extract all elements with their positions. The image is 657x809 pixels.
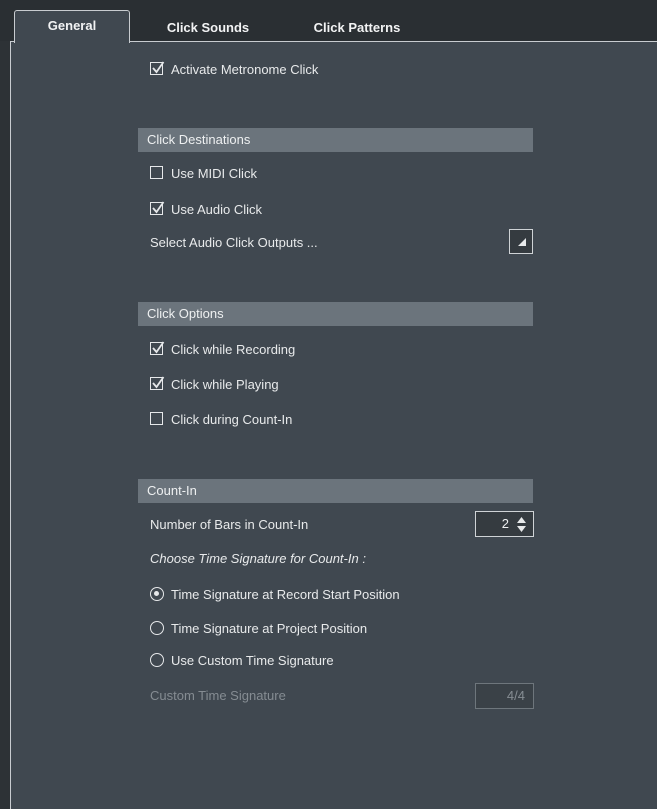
radio-project-position-label: Time Signature at Project Position (171, 621, 368, 636)
section-header-click-destinations: Click Destinations (138, 128, 533, 152)
use-audio-click-label: Use Audio Click (171, 202, 263, 217)
up-down-arrows-icon (517, 517, 526, 532)
general-panel (10, 41, 657, 809)
custom-time-signature-value: 4/4 (506, 688, 525, 703)
checkbox-checked-icon (150, 61, 165, 75)
tab-bar: General Click Sounds Click Patterns (0, 0, 657, 43)
checkbox-unchecked-icon (150, 166, 163, 179)
checkbox-checked-icon (150, 376, 165, 390)
tab-click-sounds[interactable]: Click Sounds (150, 14, 266, 41)
number-of-bars-label: Number of Bars in Count-In (150, 517, 309, 532)
select-audio-click-outputs-button[interactable] (509, 229, 533, 254)
activate-metronome-label: Activate Metronome Click (171, 62, 319, 77)
radio-unselected-icon (150, 653, 164, 667)
click-while-playing-label: Click while Playing (171, 377, 279, 392)
radio-selected-icon (150, 587, 164, 601)
checkbox-unchecked-icon (150, 412, 163, 425)
custom-time-signature-label: Custom Time Signature (150, 688, 286, 703)
number-of-bars-stepper[interactable]: 2 (475, 511, 534, 537)
click-during-count-in-label: Click during Count-In (171, 412, 293, 427)
radio-record-start-position-label: Time Signature at Record Start Position (171, 587, 400, 602)
radio-unselected-icon (150, 621, 164, 635)
section-header-click-options: Click Options (138, 302, 533, 326)
select-audio-click-outputs-label: Select Audio Click Outputs ... (150, 235, 318, 250)
click-while-recording-label: Click while Recording (171, 342, 296, 357)
time-signature-prompt: Choose Time Signature for Count-In : (150, 551, 366, 566)
custom-time-signature-field: 4/4 (475, 683, 534, 709)
checkbox-checked-icon (150, 201, 165, 215)
tab-click-patterns[interactable]: Click Patterns (295, 14, 419, 41)
checkbox-checked-icon (150, 341, 165, 355)
section-header-count-in: Count-In (138, 479, 533, 503)
number-of-bars-value: 2 (501, 516, 509, 531)
corner-triangle-icon (518, 238, 526, 246)
tab-general[interactable]: General (14, 10, 130, 43)
radio-custom-time-signature-label: Use Custom Time Signature (171, 653, 334, 668)
use-midi-click-label: Use MIDI Click (171, 166, 257, 181)
